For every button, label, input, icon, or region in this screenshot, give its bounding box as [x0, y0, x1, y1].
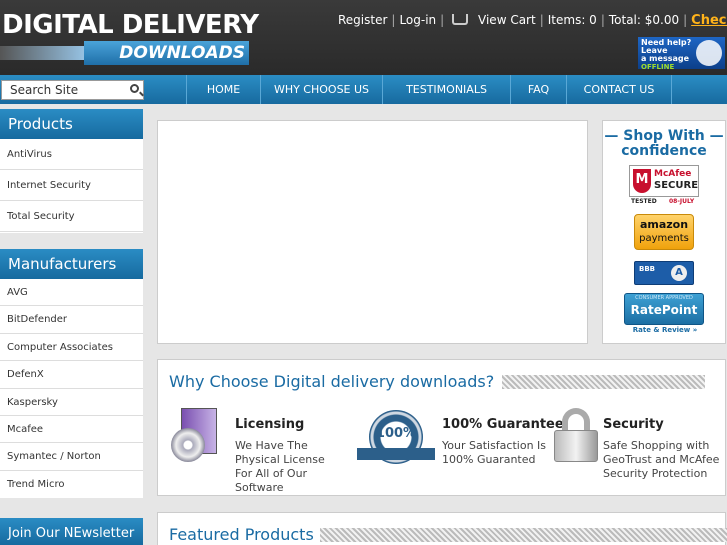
sidebar-item-internet-security[interactable]: Internet Security [0, 170, 143, 201]
newsletter-heading: Join Our NEwsletter [0, 518, 143, 545]
feature-licensing-title: Licensing [235, 417, 305, 432]
register-link[interactable]: Register [338, 13, 387, 27]
live-help-button[interactable]: Need help? Leave a message OFFLINE [638, 37, 725, 71]
top-links: Register | Log-in | View Cart | Items: 0 | Tota… [338, 13, 727, 28]
manufacturers-panel: Manufacturers AVG BitDefender Computer A… [0, 249, 143, 498]
nav-why-choose-us[interactable]: WHY CHOOSE US [260, 75, 382, 104]
amazon-brand: amazon [639, 218, 689, 231]
mcafee-secure-badge[interactable]: M McAfee SECURE [629, 165, 699, 197]
licensing-icon [169, 408, 227, 466]
products-panel: Products AntiVirus Internet Security Tot… [0, 109, 143, 233]
mcafee-tested: TESTED [631, 198, 657, 205]
nav-testimonials[interactable]: TESTIMONIALS [382, 75, 510, 104]
nav-contact-us[interactable]: CONTACT US [566, 75, 672, 104]
bbb-badge[interactable]: BBB A [634, 261, 694, 285]
site-header: DIGITAL DELIVERY DOWNLOADS Register | Log-… [0, 0, 727, 75]
feature-licensing-text: We Have The Physical License For All of … [235, 439, 325, 494]
sidebar-item-symantec-norton[interactable]: Symantec / Norton [0, 443, 143, 471]
ratepoint-top: CONSUMER APPROVED [635, 295, 693, 301]
shop-title-2: confidence [621, 143, 707, 159]
sidebar-item-total-security[interactable]: Total Security [0, 201, 143, 232]
search-placeholder: Search Site [10, 83, 79, 97]
mcafee-date: 08-JULY [669, 198, 695, 205]
cart-total: Total: $0.00 [608, 13, 680, 27]
seal-percent: 100% [375, 426, 417, 441]
products-heading: Products [0, 109, 143, 139]
nav-faq[interactable]: FAQ [510, 75, 566, 104]
sidebar-item-antivirus[interactable]: AntiVirus [0, 139, 143, 170]
checkout-link[interactable]: Checkout [691, 13, 727, 28]
bbb-label: BBB [639, 265, 656, 273]
mcafee-brand: McAfee [654, 169, 692, 179]
feature-security-text: Safe Shopping with GeoTrust and McAfee S… [603, 439, 720, 480]
sidebar-item-trend-micro[interactable]: Trend Micro [0, 471, 143, 498]
shop-title-1: — Shop With — [604, 128, 724, 144]
ratepoint-review-link[interactable]: Rate & Review » [603, 326, 727, 334]
logo-bottom-text[interactable]: DOWNLOADS [84, 41, 249, 65]
newsletter-panel: Join Our NEwsletter [0, 518, 143, 545]
featured-products-panel: Featured Products [157, 512, 727, 545]
feature-security-title: Security [603, 417, 664, 432]
nav-home[interactable]: HOME [186, 75, 260, 104]
search-input[interactable]: Search Site [1, 80, 144, 100]
feature-guarantee-title: 100% Guarantee [442, 417, 564, 432]
cart-items-count: Items: 0 [547, 13, 597, 27]
featured-stripe [320, 528, 727, 542]
shop-confidence-panel: — Shop With — confidence M McAfee SECURE… [602, 120, 726, 344]
featured-products-title: Featured Products [169, 525, 314, 544]
sidebar-item-kaspersky[interactable]: Kaspersky [0, 389, 143, 416]
guarantee-seal-icon: 100% [357, 410, 435, 466]
ratepoint-name: RatePoint [630, 303, 698, 317]
feature-guarantee-text: Your Satisfaction Is 100% Guaranted [442, 439, 547, 466]
view-cart-link[interactable]: View Cart [478, 13, 536, 27]
manufacturers-heading: Manufacturers [0, 249, 143, 279]
padlock-icon [554, 408, 598, 464]
sidebar-item-defenx[interactable]: DefenX [0, 361, 143, 389]
sidebar-item-avg[interactable]: AVG [0, 279, 143, 307]
why-choose-title: Why Choose Digital delivery downloads? [169, 372, 495, 391]
support-agents-icon [696, 40, 722, 66]
sidebar-item-bitdefender[interactable]: BitDefender [0, 306, 143, 334]
amazon-payments-badge[interactable]: amazon payments [634, 214, 694, 250]
cart-icon[interactable] [452, 14, 469, 25]
mcafee-shield-icon: M [633, 169, 651, 193]
main-banner [157, 120, 588, 344]
mcafee-secure-text: SECURE [654, 180, 699, 191]
search-icon[interactable] [130, 84, 139, 93]
sidebar-item-computer-associates[interactable]: Computer Associates [0, 334, 143, 362]
logo-top-text[interactable]: DIGITAL DELIVERY [2, 10, 259, 40]
logo-stripe [0, 46, 90, 60]
login-link[interactable]: Log-in [399, 13, 436, 27]
heading-stripe [502, 375, 705, 389]
amazon-payments-text: payments [639, 233, 689, 244]
bbb-grade: A [671, 265, 687, 281]
why-choose-panel: Why Choose Digital delivery downloads? L… [157, 359, 726, 496]
sidebar-item-mcafee[interactable]: Mcafee [0, 416, 143, 444]
ratepoint-badge[interactable]: CONSUMER APPROVED RatePoint [624, 293, 704, 325]
